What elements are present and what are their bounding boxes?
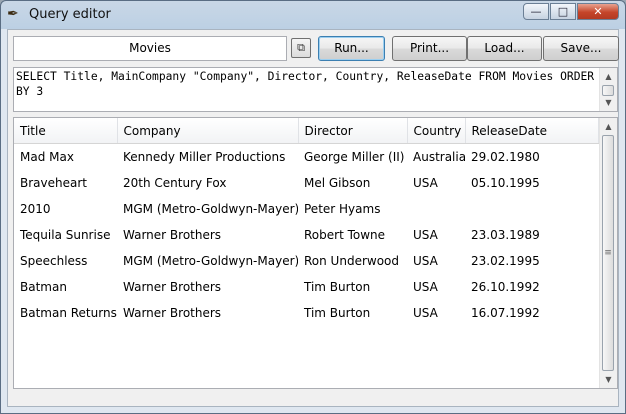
table-row[interactable]: Tequila Sunrise Warner Brothers Robert Tow…	[14, 222, 598, 248]
table-row[interactable]: Braveheart 20th Century Fox Mel Gibson USA 0…	[14, 170, 598, 196]
column-header[interactable]: ReleaseDate	[465, 118, 599, 144]
table-cell[interactable]: Warner Brothers	[117, 222, 298, 248]
table-cell[interactable]	[465, 196, 598, 222]
table-cell[interactable]: Braveheart	[14, 170, 117, 196]
table-cell[interactable]: Mad Max	[14, 144, 117, 171]
title-bar[interactable]: ✒ Query editor — □ ✕	[1, 1, 625, 29]
table-cell[interactable]: Tim Burton	[298, 300, 407, 326]
feather-pen-icon: ✒	[7, 6, 19, 22]
table-cell[interactable]: USA	[407, 248, 465, 274]
maximize-button[interactable]: □	[550, 3, 576, 20]
table-cell[interactable]: 2010	[14, 196, 117, 222]
grip-icon: ≡	[604, 248, 612, 258]
table-cell[interactable]	[407, 196, 465, 222]
grid-scrollbar[interactable]: ▲ ≡ ▼	[599, 118, 617, 388]
table-row[interactable]: Mad Max Kennedy Miller Productions George …	[14, 144, 598, 171]
table-row[interactable]: Speechless MGM (Metro-Goldwyn-Mayer) Ron U…	[14, 248, 598, 274]
table-cell[interactable]: Kennedy Miller Productions	[117, 144, 298, 171]
column-header[interactable]: Director	[298, 118, 408, 144]
scroll-up-icon[interactable]: ▲	[600, 68, 617, 85]
table-cell[interactable]: 05.10.1995	[465, 170, 598, 196]
sql-query-text[interactable]: SELECT Title, MainCompany "Company", Dir…	[16, 69, 598, 99]
table-row[interactable]: Batman Warner Brothers Tim Burton USA 26.10.…	[14, 274, 598, 300]
sql-query-editor[interactable]: SELECT Title, MainCompany "Company", Dir…	[13, 67, 618, 112]
table-cell[interactable]: Speechless	[14, 248, 117, 274]
window-title: Query editor	[29, 7, 111, 22]
window-controls: — □ ✕	[523, 3, 619, 20]
browse-icon[interactable]: ⧉	[291, 38, 311, 58]
table-cell[interactable]: USA	[407, 300, 465, 326]
table-cell[interactable]: Ron Underwood	[298, 248, 407, 274]
minimize-button[interactable]: —	[523, 3, 549, 20]
print-button[interactable]: Print...	[392, 36, 467, 61]
table-cell[interactable]: USA	[407, 274, 465, 300]
table-cell[interactable]: MGM (Metro-Goldwyn-Mayer)	[117, 248, 298, 274]
table-cell[interactable]: 20th Century Fox	[117, 170, 298, 196]
table-cell[interactable]: George Miller (II)	[298, 144, 407, 171]
table-row[interactable]: Batman Returns Warner Brothers Tim Burton U…	[14, 300, 598, 326]
table-cell[interactable]: 23.02.1995	[465, 248, 598, 274]
table-cell[interactable]: Batman	[14, 274, 117, 300]
table-cell[interactable]: Warner Brothers	[117, 274, 298, 300]
results-grid[interactable]: Title Company Director Country ReleaseDa…	[13, 117, 618, 389]
query-editor-window: ✒ Query editor — □ ✕ Movies ⧉ Run... Pri…	[0, 0, 626, 414]
column-header[interactable]: Country	[407, 118, 466, 144]
table-cell[interactable]: MGM (Metro-Goldwyn-Mayer)	[117, 196, 298, 222]
table-cell[interactable]: Batman Returns	[14, 300, 117, 326]
load-button[interactable]: Load...	[467, 36, 542, 61]
results-table: Title Company Director Country ReleaseDa…	[14, 118, 599, 326]
table-cell[interactable]: 26.10.1992	[465, 274, 598, 300]
scroll-up-icon[interactable]: ▲	[600, 118, 617, 135]
table-cell[interactable]: Warner Brothers	[117, 300, 298, 326]
table-cell[interactable]: Robert Towne	[298, 222, 407, 248]
header-row: Title Company Director Country ReleaseDa…	[14, 118, 599, 144]
table-cell[interactable]: Tim Burton	[298, 274, 407, 300]
client-area: Movies ⧉ Run... Print... Load... Save...…	[7, 29, 619, 407]
query-name-field[interactable]: Movies	[13, 36, 287, 61]
table-cell[interactable]: Tequila Sunrise	[14, 222, 117, 248]
table-cell[interactable]: 16.07.1992	[465, 300, 598, 326]
table-cell[interactable]: Mel Gibson	[298, 170, 407, 196]
table-cell[interactable]: Peter Hyams	[298, 196, 407, 222]
table-cell[interactable]: 23.03.1989	[465, 222, 598, 248]
table-cell[interactable]: 29.02.1980	[465, 144, 598, 171]
sql-scrollbar[interactable]: ▲ ▼	[599, 68, 617, 111]
scroll-thumb[interactable]: ≡	[602, 135, 614, 371]
scroll-down-icon[interactable]: ▼	[600, 94, 617, 111]
table-cell[interactable]: USA	[407, 222, 465, 248]
save-button[interactable]: Save...	[543, 36, 619, 61]
table-cell[interactable]: USA	[407, 170, 465, 196]
column-header[interactable]: Title	[14, 118, 118, 144]
scroll-down-icon[interactable]: ▼	[600, 371, 617, 388]
column-header[interactable]: Company	[117, 118, 299, 144]
table-cell[interactable]: Australia	[407, 144, 465, 171]
table-row[interactable]: 2010 MGM (Metro-Goldwyn-Mayer) Peter Hyams	[14, 196, 598, 222]
close-button[interactable]: ✕	[577, 3, 619, 20]
run-button[interactable]: Run...	[318, 36, 385, 61]
